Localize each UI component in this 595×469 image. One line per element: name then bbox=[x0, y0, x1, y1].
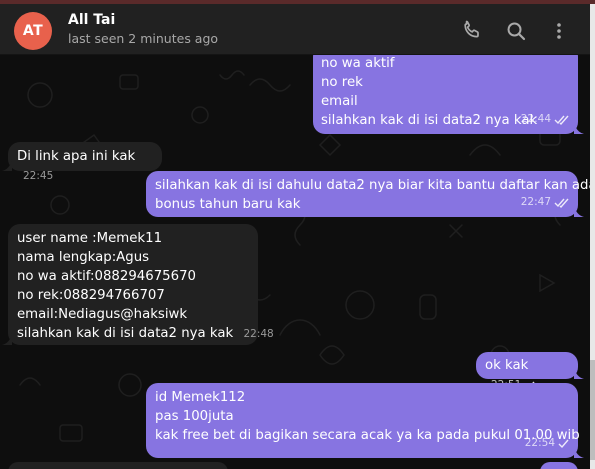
message-time: 22:44 bbox=[520, 113, 551, 125]
search-icon[interactable] bbox=[504, 19, 528, 43]
avatar[interactable]: AT bbox=[14, 12, 52, 50]
bubble-tail bbox=[574, 446, 584, 458]
bubble-tail bbox=[574, 367, 584, 379]
message-text: no wa aktif:088294675670 bbox=[17, 269, 197, 284]
message-bubble-incoming-partial[interactable] bbox=[8, 462, 228, 469]
message-bubble-outgoing-partial[interactable] bbox=[540, 462, 578, 469]
message-text: id Memek112 bbox=[155, 390, 246, 405]
message-meta: 22:47 bbox=[521, 193, 570, 212]
message-time: 22:54 bbox=[524, 437, 555, 449]
contact-status: last seen 2 minutes ago bbox=[68, 31, 219, 46]
message-meta: 22:44 bbox=[521, 110, 570, 129]
message-text: no wa aktif bbox=[321, 56, 395, 71]
message-text: bonus tahun baru kak bbox=[155, 197, 301, 212]
message-bubble-incoming[interactable]: user name :Memek11 nama lengkap:Agus no … bbox=[2, 224, 274, 345]
check-icon bbox=[558, 439, 570, 449]
bubble-tail bbox=[574, 122, 584, 134]
more-vertical-icon[interactable] bbox=[547, 19, 571, 43]
message-text: kak free bet di bagikan secara acak ya k… bbox=[155, 428, 580, 443]
message-time: 22:45 bbox=[23, 170, 54, 182]
bubble-tail bbox=[2, 333, 12, 345]
message-bubble-outgoing[interactable]: silahkan kak di isi dahulu data2 nya bia… bbox=[146, 171, 590, 217]
message-text: pas 100juta bbox=[155, 409, 234, 424]
message-text: no rek bbox=[321, 75, 363, 90]
phone-icon[interactable] bbox=[460, 19, 484, 43]
message-meta: 22:48 bbox=[243, 325, 273, 344]
chat-header: AT All Tai last seen 2 minutes ago bbox=[0, 4, 590, 55]
contact-name[interactable]: All Tai bbox=[68, 12, 115, 28]
message-text: Di link apa ini kak bbox=[17, 149, 136, 164]
message-text: ok kak bbox=[485, 358, 529, 373]
message-meta: 22:45 bbox=[23, 167, 53, 186]
message-text: email bbox=[321, 94, 358, 109]
message-text: silahkan kak di isi data2 nya kak bbox=[17, 326, 234, 341]
message-text: no rek:088294766707 bbox=[17, 288, 165, 303]
message-bubble-outgoing[interactable]: no wa aktif no rek email silahkan kak di… bbox=[313, 55, 584, 134]
message-bubble-incoming[interactable]: Di link apa ini kak 22:45 bbox=[2, 142, 162, 182]
message-text: nama lengkap:Agus bbox=[17, 250, 150, 265]
message-time: 22:48 bbox=[243, 328, 274, 340]
message-bubble-outgoing[interactable]: id Memek112 pas 100juta kak free bet di … bbox=[146, 383, 584, 458]
message-text: silahkan kak di isi dahulu data2 nya bia… bbox=[155, 178, 590, 193]
bubble-tail bbox=[2, 159, 12, 171]
double-check-icon bbox=[554, 115, 570, 125]
message-text: user name :Memek11 bbox=[17, 231, 163, 246]
message-time: 22:47 bbox=[520, 196, 551, 208]
message-text: email:Nediagus@haksiwk bbox=[17, 307, 188, 322]
bubble-tail bbox=[574, 205, 584, 217]
double-check-icon bbox=[554, 198, 570, 208]
message-meta: 22:54 bbox=[525, 434, 570, 453]
message-text-last-line: silahkan kak di isi data2 nya kak 22:48 bbox=[17, 324, 274, 344]
message-list[interactable]: no wa aktif no rek email silahkan kak di… bbox=[0, 55, 590, 469]
message-bubble-outgoing[interactable]: ok kak 22:51 bbox=[476, 352, 584, 391]
scrollbar-thumb[interactable] bbox=[590, 360, 595, 460]
